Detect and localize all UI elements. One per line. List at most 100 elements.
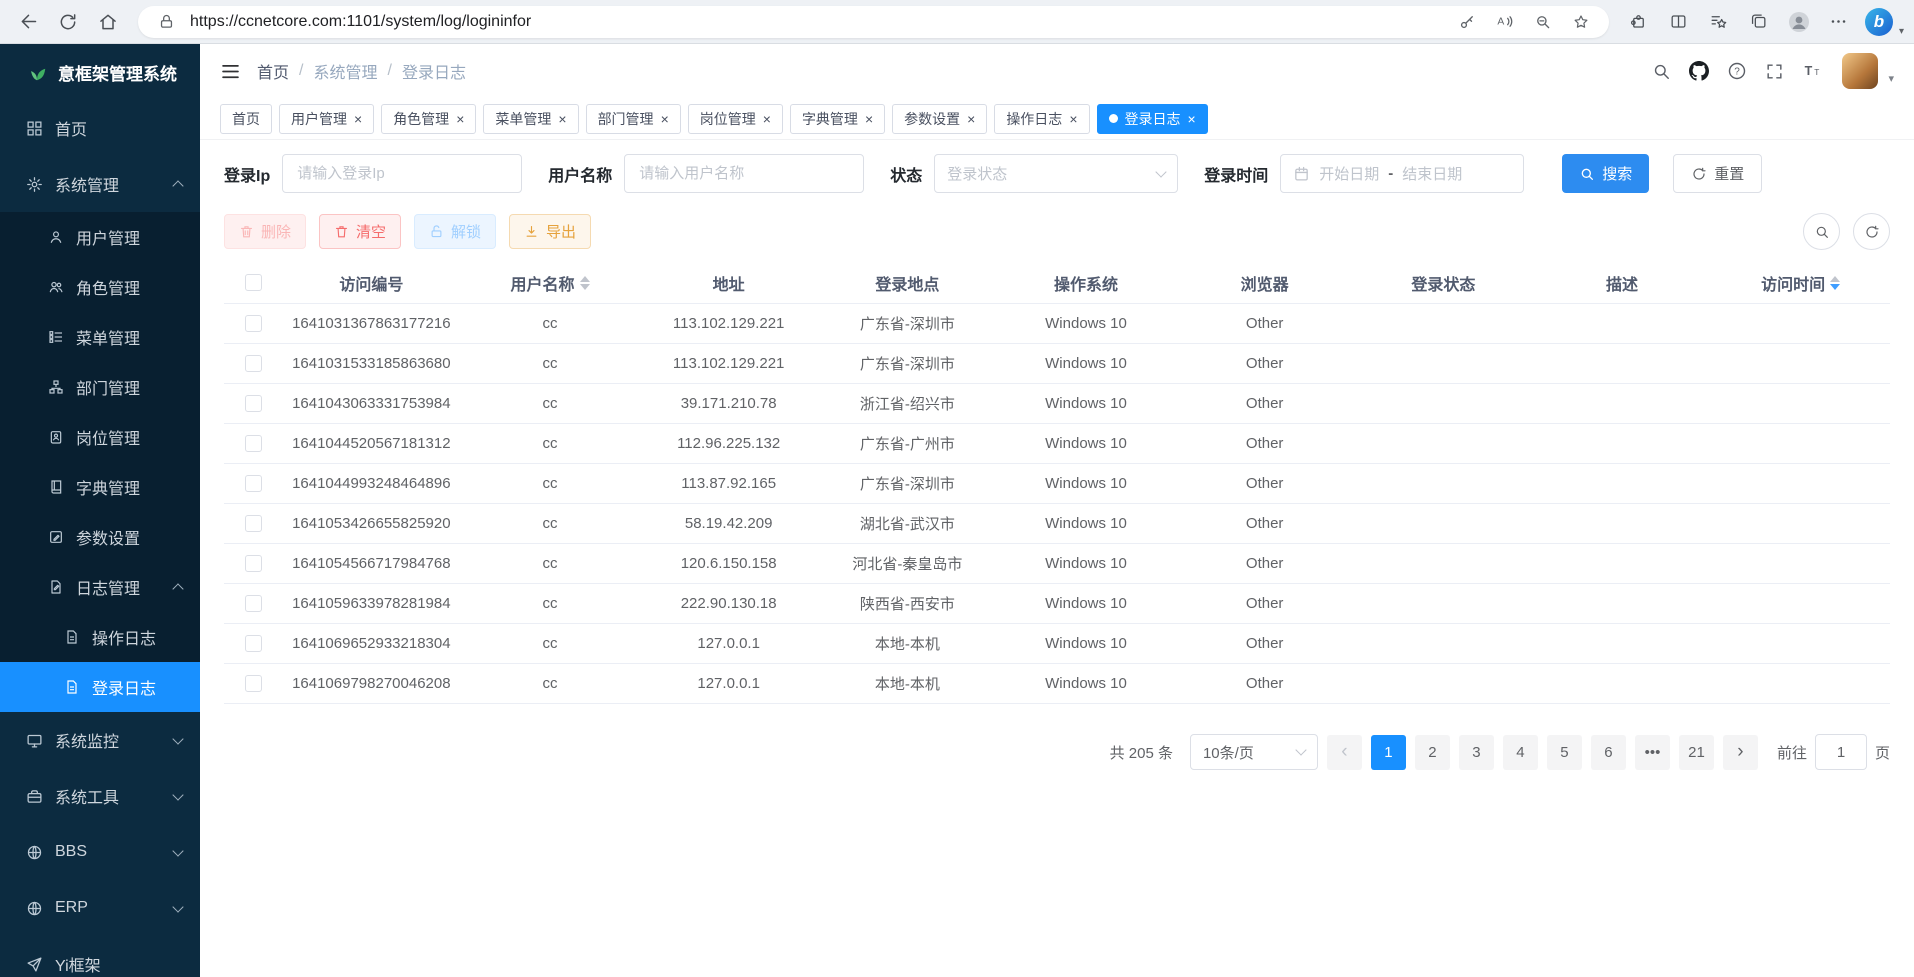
tab-department-management[interactable]: 部门管理× (586, 104, 681, 134)
row-checkbox[interactable] (245, 435, 262, 452)
page-size-select[interactable]: 10条/页 (1190, 734, 1318, 770)
tab-home[interactable]: 首页 (220, 104, 272, 134)
close-icon[interactable]: × (1069, 112, 1077, 126)
prev-page-button[interactable]: ‹ (1327, 735, 1362, 770)
table-search-toggle-icon[interactable] (1803, 213, 1840, 250)
url-text[interactable]: https://ccnetcore.com:1101/system/log/lo… (190, 13, 1443, 31)
delete-button[interactable]: 删除 (224, 214, 306, 249)
close-icon[interactable]: × (558, 112, 566, 126)
password-key-icon[interactable] (1453, 8, 1481, 36)
table-row[interactable]: 1641053426655825920 cc 58.19.42.209 湖北省-… (224, 504, 1890, 544)
close-icon[interactable]: × (661, 112, 669, 126)
sidebar-item-yi-framework[interactable]: Yi框架 (0, 936, 200, 977)
zoom-out-icon[interactable] (1529, 8, 1557, 36)
page-button-1[interactable]: 1 (1371, 735, 1406, 770)
bing-dropdown-caret-icon[interactable]: ▾ (1899, 26, 1904, 37)
sidebar-item-menu-management[interactable]: 菜单管理 (0, 312, 200, 362)
close-icon[interactable]: × (865, 112, 873, 126)
close-icon[interactable]: × (763, 112, 771, 126)
close-icon[interactable]: × (456, 112, 464, 126)
sidebar-item-login-log[interactable]: 登录日志 (0, 662, 200, 712)
sidebar-item-system-monitor[interactable]: 系统监控 (0, 712, 200, 768)
split-screen-icon[interactable] (1661, 4, 1697, 40)
row-checkbox[interactable] (245, 675, 262, 692)
user-avatar[interactable] (1842, 53, 1878, 89)
page-button-21[interactable]: 21 (1679, 735, 1714, 770)
col-description[interactable]: 描述 (1533, 271, 1712, 295)
table-row[interactable]: 1641069652933218304 cc 127.0.0.1 本地-本机 W… (224, 624, 1890, 664)
page-ellipsis-button[interactable]: ••• (1635, 735, 1670, 770)
login-ip-input[interactable] (282, 154, 522, 193)
sidebar-item-system-management[interactable]: 系统管理 (0, 156, 200, 212)
sidebar-toggle-icon[interactable] (220, 61, 241, 82)
user-name-input[interactable] (624, 154, 864, 193)
table-row[interactable]: 1641054566717984768 cc 120.6.150.158 河北省… (224, 544, 1890, 584)
row-checkbox[interactable] (245, 555, 262, 572)
row-checkbox[interactable] (245, 635, 262, 652)
help-icon[interactable]: ? (1727, 61, 1747, 81)
export-button[interactable]: 导出 (509, 214, 591, 249)
github-icon[interactable] (1689, 61, 1709, 81)
browser-back-button[interactable] (10, 4, 46, 40)
search-button[interactable]: 搜索 (1562, 154, 1649, 193)
col-user-name[interactable]: 用户名称 (461, 271, 640, 295)
table-refresh-icon[interactable] (1853, 213, 1890, 250)
tab-role-management[interactable]: 角色管理× (381, 104, 476, 134)
fullscreen-icon[interactable] (1765, 62, 1784, 81)
browser-profile-avatar[interactable] (1781, 4, 1817, 40)
page-button-4[interactable]: 4 (1503, 735, 1538, 770)
sidebar-item-bbs[interactable]: BBS (0, 824, 200, 880)
font-size-icon[interactable]: TT (1802, 61, 1824, 81)
date-range-picker[interactable]: 开始日期 - 结束日期 (1280, 154, 1524, 193)
tab-login-log[interactable]: 登录日志× (1097, 104, 1208, 134)
table-row[interactable]: 1641031533185863680 cc 113.102.129.221 广… (224, 344, 1890, 384)
sort-icons[interactable] (580, 276, 590, 290)
col-location[interactable]: 登录地点 (818, 271, 997, 295)
favorites-hub-icon[interactable] (1701, 4, 1737, 40)
table-row[interactable]: 1641044520567181312 cc 112.96.225.132 广东… (224, 424, 1890, 464)
collections-icon[interactable] (1741, 4, 1777, 40)
row-checkbox[interactable] (245, 595, 262, 612)
date-end-placeholder[interactable]: 结束日期 (1402, 163, 1462, 184)
col-os[interactable]: 操作系统 (997, 271, 1176, 295)
extensions-icon[interactable] (1621, 4, 1657, 40)
reset-button[interactable]: 重置 (1673, 154, 1762, 193)
tab-dictionary-management[interactable]: 字典管理× (790, 104, 885, 134)
sidebar-item-erp[interactable]: ERP (0, 880, 200, 936)
sidebar-item-operation-log[interactable]: 操作日志 (0, 612, 200, 662)
goto-page-input[interactable] (1815, 734, 1867, 770)
bing-chat-icon[interactable]: b (1861, 4, 1897, 40)
table-row[interactable]: 1641043063331753984 cc 39.171.210.78 浙江省… (224, 384, 1890, 424)
sidebar-item-home[interactable]: 首页 (0, 100, 200, 156)
close-icon[interactable]: × (967, 112, 975, 126)
row-checkbox[interactable] (245, 395, 262, 412)
site-lock-icon[interactable] (152, 8, 180, 36)
tab-menu-management[interactable]: 菜单管理× (483, 104, 578, 134)
table-row[interactable]: 1641069798270046208 cc 127.0.0.1 本地-本机 W… (224, 664, 1890, 704)
sidebar-item-role-management[interactable]: 角色管理 (0, 262, 200, 312)
page-button-5[interactable]: 5 (1547, 735, 1582, 770)
address-bar[interactable]: https://ccnetcore.com:1101/system/log/lo… (138, 6, 1609, 38)
table-row[interactable]: 1641059633978281984 cc 222.90.130.18 陕西省… (224, 584, 1890, 624)
table-row[interactable]: 1641031367863177216 cc 113.102.129.221 广… (224, 304, 1890, 344)
avatar-dropdown-caret-icon[interactable]: ▾ (1888, 72, 1894, 85)
tab-post-management[interactable]: 岗位管理× (688, 104, 783, 134)
browser-home-button[interactable] (90, 4, 126, 40)
breadcrumb-system[interactable]: 系统管理 (313, 59, 377, 83)
status-select[interactable]: 登录状态 (934, 154, 1178, 193)
next-page-button[interactable]: › (1723, 735, 1758, 770)
col-browser[interactable]: 浏览器 (1175, 271, 1354, 295)
row-checkbox[interactable] (245, 475, 262, 492)
sidebar-item-department-management[interactable]: 部门管理 (0, 362, 200, 412)
read-aloud-icon[interactable]: A (1491, 8, 1519, 36)
col-address[interactable]: 地址 (639, 271, 818, 295)
col-status[interactable]: 登录状态 (1354, 271, 1533, 295)
tab-operation-log[interactable]: 操作日志× (994, 104, 1089, 134)
app-logo[interactable]: 意框架管理系统 (0, 44, 200, 100)
date-start-placeholder[interactable]: 开始日期 (1319, 163, 1379, 184)
unlock-button[interactable]: 解锁 (414, 214, 496, 249)
sort-icons[interactable] (1830, 276, 1840, 290)
sidebar-item-log-management[interactable]: 日志管理 (0, 562, 200, 612)
tab-parameter-settings[interactable]: 参数设置× (892, 104, 987, 134)
row-checkbox[interactable] (245, 315, 262, 332)
